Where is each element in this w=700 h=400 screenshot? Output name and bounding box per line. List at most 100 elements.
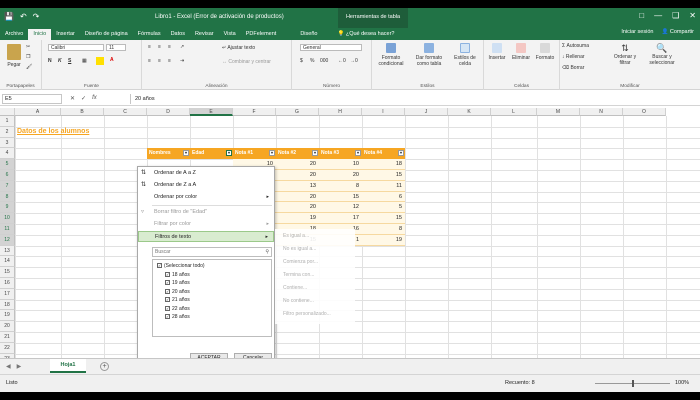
underline-button[interactable]: S [68,58,71,64]
text-filter-option[interactable]: Comienza por... [283,257,318,267]
fill-color-icon[interactable] [96,57,104,65]
table-cell[interactable]: 8 [362,224,405,235]
row-header[interactable]: 14 [0,256,15,268]
font-color-icon[interactable]: A [110,57,114,63]
signin-link[interactable]: Iniciar sesión [621,29,653,35]
filter-color-item[interactable]: Filtrar por color ▸ [138,219,274,230]
insert-function-button[interactable]: fx [92,95,97,102]
formula-input[interactable]: 20 años [130,94,695,104]
format-cells-button[interactable]: Formato [534,43,556,61]
borders-icon[interactable]: ▦ [82,58,87,64]
sort-color-item[interactable]: Ordenar por color ▸ [138,192,274,203]
tab-formulas[interactable]: Fórmulas [133,29,166,40]
redo-icon[interactable]: ↷ [33,12,40,21]
tab-diseno-pagina[interactable]: Diseño de página [80,29,133,40]
save-icon[interactable]: 💾 [4,12,14,21]
checkbox-icon[interactable]: ✓ [165,297,170,303]
checkbox-icon[interactable]: ✓ [165,271,170,277]
table-cell[interactable]: 20 [276,170,319,181]
column-header[interactable]: F [233,108,276,116]
align-bottom-icon[interactable]: ≡ [168,44,171,50]
row-header[interactable]: 19 [0,310,15,322]
number-format-select[interactable]: General [300,44,362,51]
row-header[interactable]: 20 [0,321,15,332]
column-header[interactable]: C [104,108,147,116]
table-header-cell[interactable]: Nota #1 ▾ [233,148,276,160]
minimize-icon[interactable]: — [654,11,662,20]
table-cell[interactable]: 15 [362,213,405,224]
column-header[interactable]: I [362,108,405,116]
maximize-icon[interactable]: ❑ [672,11,679,20]
row-header[interactable]: 16 [0,278,15,289]
tab-inicio[interactable]: Inicio [28,29,52,40]
orientation-icon[interactable]: ↗ [180,44,184,50]
column-header[interactable]: N [580,108,623,116]
prev-sheet-icon[interactable]: ◀ [6,363,11,370]
table-cell[interactable]: 13 [276,180,319,192]
zoom-level[interactable]: 100% [675,380,689,386]
text-filter-option[interactable]: Filtro personalizado... [283,309,331,319]
add-sheet-icon[interactable]: + [100,362,109,371]
row-header[interactable]: 2 [0,126,15,138]
tab-diseno[interactable]: Diseño [295,29,322,40]
column-header[interactable]: M [537,108,580,116]
table-cell[interactable]: 20 [276,202,319,214]
table-cell[interactable]: 6 [362,191,405,203]
find-select-button[interactable]: 🔍 Buscar y seleccionar [644,43,680,66]
row-header[interactable]: 17 [0,288,15,300]
row-header[interactable]: 21 [0,332,15,343]
comma-style-icon[interactable]: 000 [320,58,328,64]
cut-icon[interactable]: ✂ [26,44,30,50]
text-filters-item[interactable]: Filtros de texto ▸ [138,231,274,242]
tell-me-search[interactable]: 💡 ¿Qué desea hacer? [332,29,399,40]
row-header[interactable]: 4 [0,148,15,160]
tab-pdfelement[interactable]: PDFelement [241,29,282,40]
filter-value-item[interactable]: ✓ 22 años [165,305,190,313]
fill-button[interactable]: ↓ Rellenar [562,54,585,60]
table-cell[interactable]: 19 [276,213,319,224]
filter-dropdown-icon[interactable]: ▾ [183,150,189,157]
delete-cells-button[interactable]: Eliminar [510,43,532,61]
table-cell[interactable]: 17 [319,213,362,224]
align-center-icon[interactable]: ≡ [158,58,161,64]
filter-dropdown-icon[interactable]: ▾ [398,150,404,157]
sort-filter-button[interactable]: ⇅ Ordenar y filtrar [608,43,642,66]
table-cell[interactable]: 15 [319,191,362,203]
sort-az-item[interactable]: ⇅ Ordenar de A a Z [138,168,274,179]
checkbox-icon[interactable]: ✓ [165,314,170,320]
text-filter-option[interactable]: No es igual a... [283,244,316,254]
share-button[interactable]: 👤 Compartir [661,29,694,35]
table-header-cell[interactable]: Edad ▾ [190,148,233,160]
column-header[interactable]: G [276,108,319,116]
text-filter-option[interactable]: Es igual a... [283,231,309,241]
sheet-title[interactable]: Datos de los alumnos [17,126,89,137]
row-header[interactable]: 15 [0,267,15,278]
column-header[interactable]: B [61,108,104,116]
currency-icon[interactable]: $ [300,58,303,64]
align-left-icon[interactable]: ≡ [148,58,151,64]
filter-value-item[interactable]: ✓ 20 años [165,288,190,296]
insert-cells-button[interactable]: Insertar [486,43,508,61]
filter-search-input[interactable]: Buscar ⚲ [152,247,272,257]
filter-dropdown-icon[interactable]: ▾ [269,150,275,157]
sheet-tab[interactable]: Hoja1 [50,359,86,373]
row-header[interactable]: 11 [0,224,15,235]
font-size-select[interactable]: 11 [106,44,126,51]
tab-datos[interactable]: Datos [166,29,190,40]
row-header[interactable]: 13 [0,245,15,257]
close-icon[interactable]: ✕ [689,11,696,20]
filter-value-item[interactable]: ✓ 19 años [165,279,190,287]
filter-value-item[interactable]: ✓ 21 años [165,296,190,304]
paste-button[interactable]: Pegar [4,44,24,68]
column-header[interactable]: K [448,108,491,116]
tab-revisar[interactable]: Revisar [190,29,219,40]
percent-icon[interactable]: % [310,58,314,64]
filter-value-item[interactable]: ✓ (Seleccionar todo) [157,262,205,270]
row-header[interactable]: 8 [0,191,15,203]
cell-styles-button[interactable]: Estilos de celda [450,43,480,67]
decrease-decimal-icon[interactable]: →0 [350,58,358,64]
align-top-icon[interactable]: ≡ [148,44,151,50]
table-header-cell[interactable]: Nota #3 ▾ [319,148,362,160]
column-header[interactable]: O [623,108,666,116]
table-cell[interactable]: 20 [276,191,319,203]
